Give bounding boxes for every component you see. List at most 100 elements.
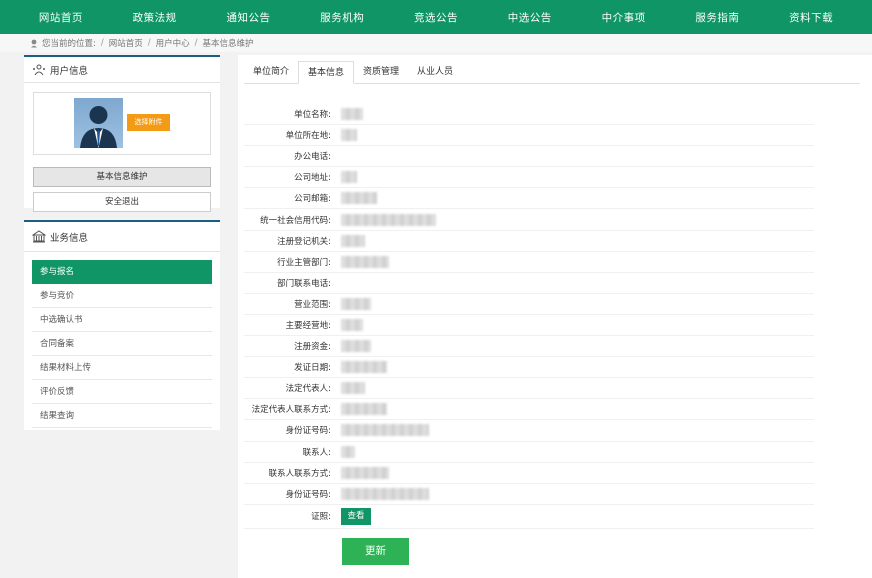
field-label: 营业范围: — [294, 299, 331, 310]
breadcrumb: 您当前的位置: / 网站首页 / 用户中心 / 基本信息维护 — [0, 34, 872, 52]
tab-staff[interactable]: 从业人员 — [408, 61, 462, 83]
nav-policy[interactable]: 政策法规 — [108, 10, 202, 25]
menu-confirmation[interactable]: 中选确认书 — [32, 308, 212, 332]
redacted-value — [341, 403, 387, 416]
user-info-panel: 用户信息 选择附件 基本信息维护 安全退出 — [24, 55, 220, 212]
field-label: 注册登记机关: — [277, 236, 331, 247]
menu-feedback[interactable]: 评价反馈 — [32, 380, 212, 404]
user-info-header: 用户信息 — [24, 57, 220, 83]
breadcrumb-home[interactable]: 网站首页 — [109, 37, 143, 49]
nav-notice[interactable]: 通知公告 — [202, 10, 296, 25]
field-label: 统一社会信用代码: — [260, 215, 331, 226]
field-label: 单位所在地: — [285, 131, 331, 142]
redacted-value — [341, 466, 389, 479]
field-label: 身份证号码: — [285, 489, 331, 500]
form-row: 单位名称: — [244, 104, 814, 126]
location-pin-icon — [31, 39, 37, 47]
field-label: 公司地址: — [294, 173, 331, 184]
field-label: 公司邮箱: — [294, 194, 331, 205]
view-cert-button[interactable]: 查看 — [341, 507, 371, 525]
field-label: 部门联系电话: — [277, 278, 331, 289]
redacted-value — [341, 213, 436, 226]
top-nav: 网站首页 政策法规 通知公告 服务机构 竞选公告 中选公告 中介事项 服务指南 … — [0, 0, 872, 34]
form-row-cert: 证照: 查看 — [244, 505, 814, 529]
form-row: 联系人: — [244, 442, 814, 463]
form-row: 办公电话: — [244, 146, 814, 168]
redacted-value — [341, 171, 357, 184]
business-info-panel: 业务信息 参与报名 参与竞价 中选确认书 合同备案 结果材料上传 评价反馈 结果… — [24, 220, 220, 430]
redacted-value — [341, 487, 429, 500]
cert-label: 证照: — [311, 512, 331, 523]
nav-matters[interactable]: 中介事项 — [577, 10, 671, 25]
form-row: 统一社会信用代码: — [244, 209, 814, 231]
menu-register[interactable]: 参与报名 — [32, 260, 212, 284]
form-row: 部门联系电话: — [244, 273, 814, 294]
redacted-value — [341, 255, 389, 268]
field-label: 法定代表人联系方式: — [251, 405, 331, 416]
field-label: 办公电话: — [294, 152, 331, 163]
tab-basic-info[interactable]: 基本信息 — [298, 61, 355, 84]
logout-button[interactable]: 安全退出 — [33, 192, 211, 212]
menu-query[interactable]: 结果查询 — [32, 404, 212, 428]
nav-agencies[interactable]: 服务机构 — [295, 10, 389, 25]
field-label: 注册资金: — [294, 342, 331, 353]
form-row: 公司邮箱: — [244, 188, 814, 210]
menu-upload-results[interactable]: 结果材料上传 — [32, 356, 212, 380]
field-label: 主要经营地: — [285, 320, 331, 331]
main-content: 单位简介 基本信息 资质管理 从业人员 单位名称: 单位所在地: 办公电话: 公… — [238, 55, 872, 578]
nav-home[interactable]: 网站首页 — [14, 10, 108, 25]
nav-guide[interactable]: 服务指南 — [670, 10, 764, 25]
form-row: 注册资金: — [244, 336, 814, 358]
left-sidebar: 用户信息 选择附件 基本信息维护 安全退出 业务信息 参与报名 参与竞价 中选确… — [24, 55, 220, 430]
avatar — [74, 98, 123, 148]
redacted-value — [341, 445, 355, 458]
redacted-value — [341, 192, 377, 205]
field-label: 联系人: — [302, 447, 331, 458]
update-button[interactable]: 更新 — [342, 538, 409, 565]
person-avatar-icon — [80, 106, 117, 148]
redacted-value — [341, 382, 365, 395]
basic-info-form: 单位名称: 单位所在地: 办公电话: 公司地址: 公司邮箱: 统一社会信用代码:… — [244, 104, 814, 529]
field-label: 身份证号码: — [285, 426, 331, 437]
redacted-value — [341, 361, 387, 374]
users-icon — [33, 64, 45, 75]
form-row: 行业主管部门: — [244, 252, 814, 273]
tab-profile[interactable]: 单位简介 — [244, 61, 298, 83]
menu-bidding[interactable]: 参与竞价 — [32, 284, 212, 308]
breadcrumb-prefix: 您当前的位置: — [42, 39, 96, 49]
redacted-value — [341, 129, 357, 142]
form-row: 法定代表人: — [244, 378, 814, 400]
form-row: 单位所在地: — [244, 125, 814, 147]
form-row: 发证日期: — [244, 357, 814, 379]
breadcrumb-user-center[interactable]: 用户中心 — [156, 37, 190, 49]
business-info-header: 业务信息 — [24, 222, 220, 252]
building-icon — [32, 230, 46, 243]
field-label: 法定代表人: — [285, 384, 331, 395]
field-label: 单位名称: — [294, 110, 331, 121]
avatar-box: 选择附件 — [33, 92, 211, 155]
breadcrumb-current: 基本信息维护 — [202, 39, 254, 49]
form-row: 主要经营地: — [244, 315, 814, 337]
basic-info-button[interactable]: 基本信息维护 — [33, 167, 211, 187]
redacted-value — [341, 297, 371, 310]
select-attachment-button[interactable]: 选择附件 — [127, 114, 170, 131]
nav-bidding[interactable]: 竞选公告 — [389, 10, 483, 25]
redacted-value — [341, 108, 363, 121]
form-row: 注册登记机关: — [244, 231, 814, 252]
form-row: 公司地址: — [244, 167, 814, 189]
business-info-title: 业务信息 — [50, 232, 89, 244]
form-row: 营业范围: — [244, 294, 814, 315]
tab-qualifications[interactable]: 资质管理 — [354, 61, 408, 83]
nav-download[interactable]: 资料下载 — [764, 10, 858, 25]
menu-contract[interactable]: 合同备案 — [32, 332, 212, 356]
form-row: 法定代表人联系方式: — [244, 399, 814, 421]
redacted-value — [341, 340, 371, 353]
redacted-value — [341, 234, 365, 247]
redacted-value — [341, 318, 363, 331]
nav-selected[interactable]: 中选公告 — [483, 10, 577, 25]
field-label: 行业主管部门: — [277, 257, 331, 268]
form-row: 身份证号码: — [244, 420, 814, 442]
form-row: 联系人联系方式: — [244, 463, 814, 484]
field-label: 联系人联系方式: — [268, 468, 331, 479]
field-label: 发证日期: — [294, 363, 331, 374]
